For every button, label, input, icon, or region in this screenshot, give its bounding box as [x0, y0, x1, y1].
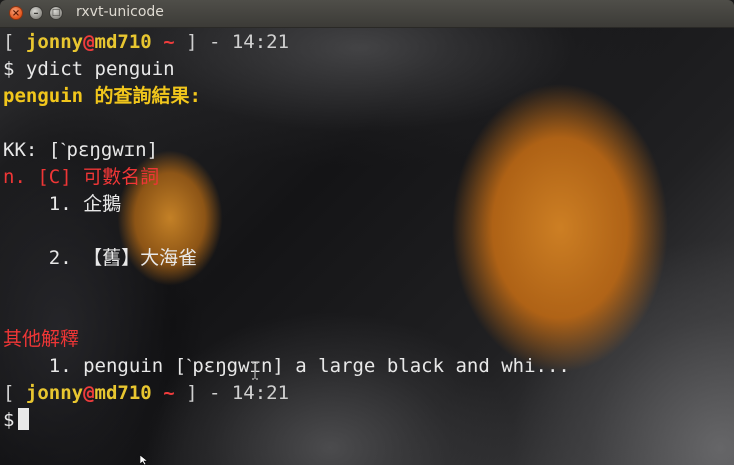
title-bar[interactable]: × – □ rxvt-unicode [0, 0, 734, 28]
prompt-user: jonny [25, 31, 84, 53]
other-meanings-heading: 其他解釋 [3, 328, 80, 350]
ibeam-cursor-icon [252, 362, 258, 380]
text-cursor [18, 408, 30, 430]
maximize-button[interactable]: □ [49, 6, 63, 20]
result-suffix: 的查詢結果: [83, 85, 201, 107]
prompt-at: @ [83, 31, 95, 53]
prompt-bracket-open: [ [3, 382, 26, 404]
prompt-at: @ [83, 382, 95, 404]
minimize-button[interactable]: – [29, 6, 43, 20]
definition-1: 1. 企鵝 [3, 193, 122, 215]
other-meaning-1: 1. penguin [ˋpɛŋgwɪn] a large black and … [3, 355, 570, 377]
prompt-bracket-open: [ [3, 31, 26, 53]
input-line[interactable]: $ [3, 408, 30, 432]
prompt-time: ] - 14:21 [186, 382, 290, 404]
maximize-icon: □ [51, 8, 61, 18]
result-word: penguin [3, 85, 84, 107]
prompt-cwd: ~ [151, 382, 187, 404]
definition-2: 2. 【舊】大海雀 [3, 247, 198, 269]
close-button[interactable]: × [9, 6, 23, 20]
prompt-host: md710 [94, 31, 152, 53]
prompt-line-1: [ jonny@md710 ~ ] - 14:21 [3, 30, 289, 54]
prompt-host: md710 [94, 382, 152, 404]
prompt-user: jonny [25, 382, 84, 404]
prompt-cwd: ~ [151, 31, 187, 53]
window-title: rxvt-unicode [76, 4, 164, 20]
terminal-window: × – □ rxvt-unicode [ jonny@md710 ~ ] - 1… [0, 0, 734, 465]
kk-pronunciation: KK: [ˋpɛŋgwɪn] [3, 139, 159, 161]
prompt-line-2: [ jonny@md710 ~ ] - 14:21 [3, 381, 289, 405]
command-line: $ ydict penguin [3, 58, 175, 80]
part-of-speech: n. [C] 可數名詞 [3, 166, 160, 188]
terminal-area[interactable]: [ jonny@md710 ~ ] - 14:21 $ ydict pengui… [0, 28, 734, 465]
minimize-icon: – [33, 8, 39, 19]
input-prompt: $ [3, 409, 15, 431]
mouse-pointer-icon [140, 455, 148, 465]
prompt-time: ] - 14:21 [186, 31, 290, 53]
close-icon: × [11, 8, 21, 19]
result-heading: penguin 的查詢結果: [3, 84, 201, 108]
